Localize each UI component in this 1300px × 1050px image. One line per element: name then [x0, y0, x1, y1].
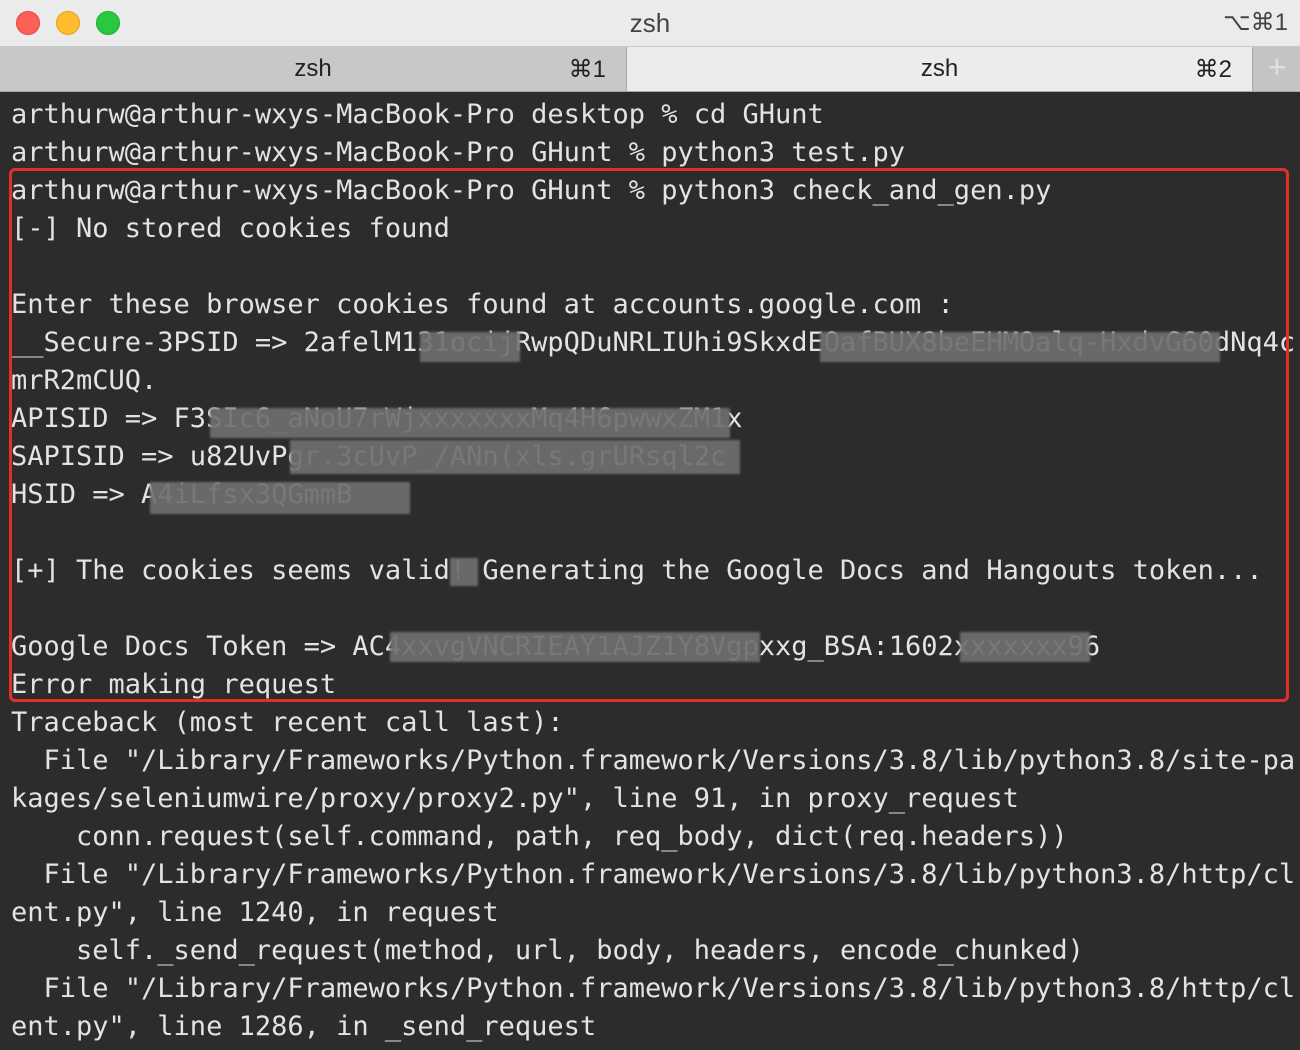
terminal-line: arthurw@arthur-wxys-MacBook-Pro GHunt % …	[11, 137, 906, 168]
terminal-window: zsh ⌥⌘1 zsh ⌘1 zsh ⌘2 + arthurw@arthur-w…	[0, 0, 1300, 1050]
tab-shortcut: ⌘2	[1194, 56, 1232, 83]
terminal-line: ent.py", line 1240, in request	[11, 897, 499, 928]
window-title: zsh	[629, 8, 671, 38]
terminal-line: [-] No stored cookies found	[11, 213, 450, 244]
redaction-blur	[820, 332, 1220, 362]
terminal-line: File "/Library/Frameworks/Python.framewo…	[11, 745, 1297, 776]
tab-shortcut: ⌘1	[568, 56, 606, 83]
terminal-line: kages/seleniumwire/proxy/proxy2.py", lin…	[11, 783, 1019, 814]
terminal-line: File "/Library/Frameworks/Python.framewo…	[11, 973, 1297, 1004]
terminal-line: self._send_request(method, url, body, he…	[11, 935, 1084, 966]
tab-bar: zsh ⌘1 zsh ⌘2 +	[0, 47, 1300, 92]
tab-1[interactable]: zsh ⌘1	[0, 47, 627, 91]
redaction-blur	[290, 440, 740, 474]
redaction-blur	[960, 632, 1090, 662]
plus-icon: +	[1267, 49, 1287, 85]
terminal-line: File "/Library/Frameworks/Python.framewo…	[11, 859, 1297, 890]
terminal-line: Error making request	[11, 669, 337, 700]
tab-2[interactable]: zsh ⌘2	[627, 47, 1252, 91]
terminal-line: arthurw@arthur-wxys-MacBook-Pro GHunt % …	[11, 175, 1052, 206]
terminal-line: conn.request(self.command, path, req_bod…	[11, 821, 1068, 852]
terminal-line: mrR2mCUQ.	[11, 365, 158, 396]
redaction-blur	[390, 632, 760, 662]
title-bar[interactable]: zsh ⌥⌘1	[0, 0, 1300, 47]
terminal-line: [+] The cookies seems valid! Generating …	[11, 555, 1263, 586]
redaction-blur	[450, 558, 478, 586]
terminal-line: ent.py", line 1286, in _send_request	[11, 1011, 597, 1042]
new-tab-button[interactable]: +	[1252, 47, 1300, 91]
terminal-line: Traceback (most recent call last):	[11, 707, 564, 738]
terminal-line: Enter these browser cookies found at acc…	[11, 289, 954, 320]
redaction-blur	[420, 332, 520, 362]
terminal-lines: arthurw@arthur-wxys-MacBook-Pro desktop …	[11, 96, 1296, 1046]
terminal-output[interactable]: arthurw@arthur-wxys-MacBook-Pro desktop …	[0, 92, 1300, 1050]
terminal-line: arthurw@arthur-wxys-MacBook-Pro desktop …	[11, 99, 824, 130]
redaction-blur	[210, 408, 730, 438]
window-shortcut: ⌥⌘1	[1222, 9, 1288, 36]
tab-label: zsh	[920, 55, 959, 82]
redaction-blur	[150, 482, 410, 514]
tab-label: zsh	[294, 55, 332, 82]
